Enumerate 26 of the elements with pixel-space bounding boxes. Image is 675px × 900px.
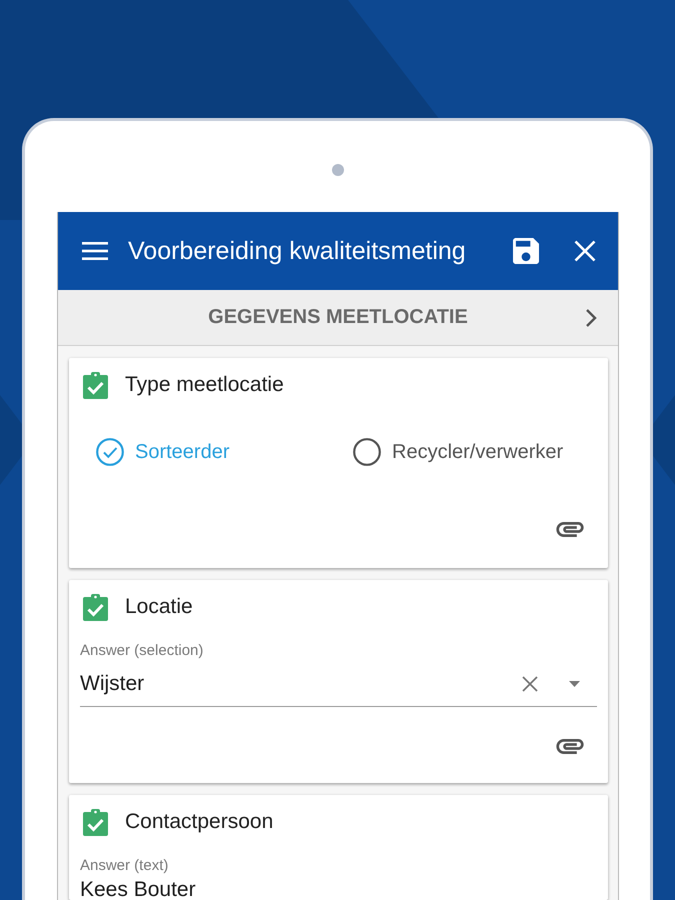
text-field[interactable]: Answer (text) Kees Bouter <box>80 858 597 900</box>
clear-button[interactable] <box>522 676 538 692</box>
question-title: Type meetlocatie <box>125 373 284 397</box>
attach-button[interactable] <box>556 739 584 754</box>
paperclip-icon <box>556 739 584 754</box>
field-label: Answer (text) <box>80 858 168 874</box>
field-value: Kees Bouter <box>80 880 196 900</box>
menu-icon <box>82 242 108 260</box>
field-label: Answer (selection) <box>80 643 204 659</box>
app-title: Voorbereiding kwaliteitsmeting <box>128 236 467 266</box>
radio-empty-icon <box>353 438 381 466</box>
clear-icon <box>522 676 538 692</box>
question-title: Contactpersoon <box>125 810 274 834</box>
close-icon <box>574 240 596 262</box>
paperclip-icon <box>556 522 584 537</box>
field-value: Wijster <box>80 671 144 697</box>
radio-option[interactable]: Recycler/verwerker <box>353 438 564 466</box>
chevron-right-icon <box>585 308 597 328</box>
question-title: Locatie <box>125 595 193 619</box>
next-section-button[interactable] <box>585 308 597 328</box>
select-field[interactable]: Answer (selection) Wijster <box>80 643 597 707</box>
camera-dot-icon <box>332 164 344 176</box>
section-title: GEGEVENS MEETLOCATIE <box>208 306 468 329</box>
radio-checked-icon <box>96 438 124 466</box>
caret-icon <box>569 681 580 687</box>
attach-button[interactable] <box>556 522 584 537</box>
